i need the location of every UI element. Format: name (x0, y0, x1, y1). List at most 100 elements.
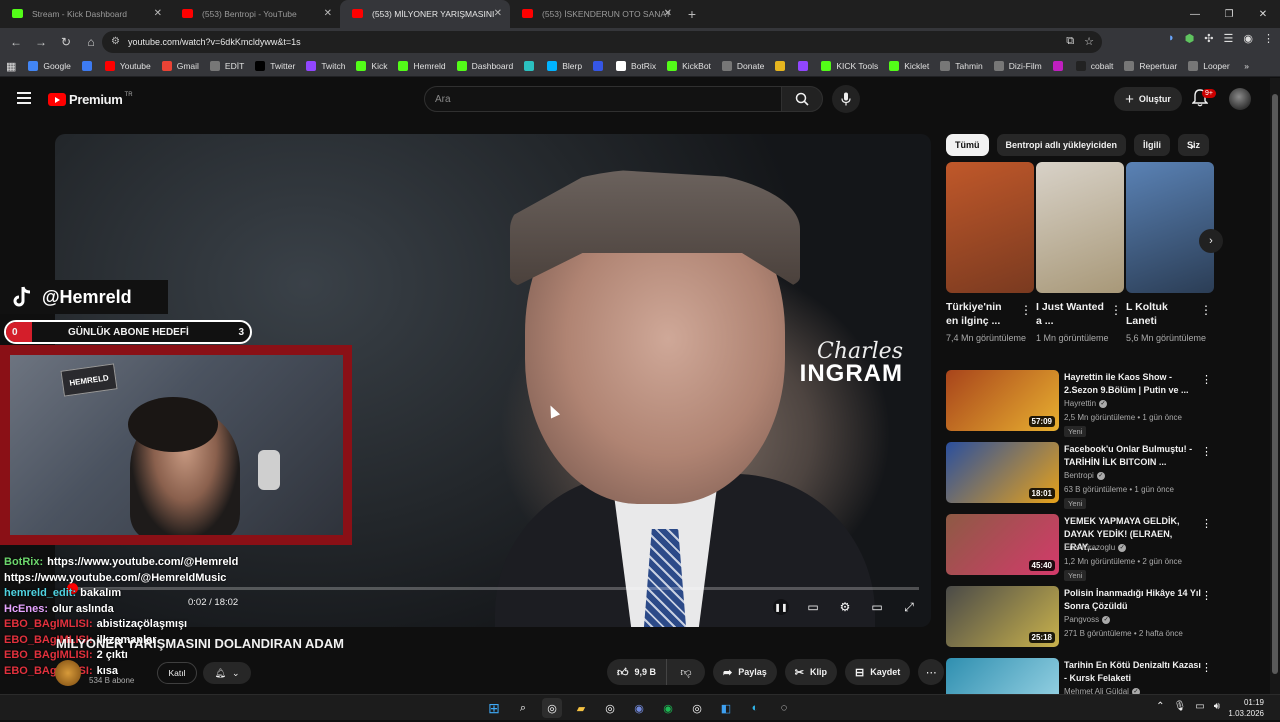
browser-tab[interactable]: (553) MİLYONER YARIŞMASINI ✕ (340, 0, 510, 28)
filter-chip[interactable]: Bentropi adlı yükleyiciden (996, 134, 1127, 156)
short-menu-kebab-icon[interactable]: ⋮ (1110, 303, 1122, 317)
forward-icon[interactable]: → (29, 30, 53, 54)
subtitles-icon[interactable]: ▭ (805, 600, 821, 614)
browser-tab[interactable]: Stream - Kick Dashboard ✕ (0, 0, 170, 28)
video-menu-kebab-icon[interactable]: ⋮ (1201, 373, 1212, 386)
reload-icon[interactable]: ↻ (54, 30, 78, 54)
chrome-profile-icon[interactable]: ◎ (600, 698, 620, 718)
close-window-icon[interactable]: ✕ (1246, 0, 1280, 28)
new-tab-plus-icon[interactable]: + (680, 0, 704, 28)
file-explorer-icon[interactable]: ▰ (571, 698, 591, 718)
recommended-video[interactable]: 18:01 Facebook'u Onlar Bulmuştu! - TARİHİ… (946, 442, 1216, 509)
subscribed-button[interactable]: 🔔︎ ⌄ (203, 662, 251, 684)
home-icon[interactable]: ⌂ (79, 30, 103, 54)
bookmark-item[interactable]: Tahmin (940, 61, 983, 71)
recommended-video[interactable]: 57:09 Hayrettin ile Kaos Show - 2.Sezon 9… (946, 370, 1216, 437)
maximize-icon[interactable]: ❐ (1212, 0, 1246, 28)
bookmark-item[interactable]: Kicklet (889, 61, 929, 71)
apps-grid-icon[interactable]: ▦ (6, 60, 16, 73)
autoplay-toggle-icon[interactable]: ❚❚ (773, 599, 789, 615)
share-button[interactable]: ➦ Paylaş (713, 659, 777, 685)
tab-close-icon[interactable]: ✕ (324, 8, 332, 19)
address-bar[interactable]: ⚙ youtube.com/watch?v=6dkKmcldyww&t=1s ⧉… (102, 31, 1102, 53)
minimize-icon[interactable]: — (1178, 0, 1212, 28)
bookmark-item[interactable]: Donate (721, 61, 764, 71)
short-thumbnail[interactable] (1036, 162, 1124, 293)
video-thumbnail[interactable]: 45:40 (946, 514, 1059, 575)
mic-tray-icon[interactable]: 🎙︎ (1174, 701, 1187, 712)
bookmark-item[interactable]: Hemreld (398, 61, 446, 71)
like-button[interactable]: 👍︎ 9,9 B (607, 659, 668, 685)
profile-icon[interactable]: ◉ (1243, 32, 1253, 45)
vscode-icon[interactable]: ◧ (716, 698, 736, 718)
clip-button[interactable]: ✂ Klip (784, 659, 837, 685)
discord-icon[interactable]: ◉ (629, 698, 649, 718)
hamburger-menu-icon[interactable] (17, 92, 31, 107)
save-button[interactable]: ⊟ Kaydet (844, 659, 911, 685)
voice-search-button[interactable] (832, 85, 860, 113)
fullscreen-icon[interactable]: ⤢ (901, 600, 917, 614)
recommended-video[interactable]: 25:18 Polisin İnanmadığı Hikâye 14 Yıl So… (946, 586, 1216, 650)
video-thumbnail[interactable]: 25:18 (946, 586, 1059, 647)
site-info-icon[interactable]: ⚙ (111, 36, 120, 47)
scrollbar-thumb[interactable] (1272, 94, 1278, 674)
edge-icon[interactable]: ◐ (745, 698, 765, 718)
tab-close-icon[interactable]: ✕ (494, 8, 502, 19)
bookmark-item[interactable]: Looper (1188, 61, 1230, 71)
video-menu-kebab-icon[interactable]: ⋮ (1201, 517, 1212, 530)
theater-mode-icon[interactable]: ▭ (869, 600, 885, 614)
back-icon[interactable]: ← (4, 30, 28, 54)
chips-next-chevron-icon[interactable]: › (1190, 139, 1194, 153)
create-button[interactable]: + Oluştur (1114, 87, 1182, 111)
extension-icon[interactable]: ◗ (1168, 32, 1175, 45)
search-icon[interactable]: ⌕ (513, 698, 533, 718)
channel-avatar[interactable] (55, 660, 81, 686)
bookmark-item[interactable]: Google (28, 61, 71, 71)
bookmark-item[interactable]: Twitter (255, 61, 295, 71)
search-button[interactable] (781, 86, 823, 112)
page-scrollbar[interactable] (1270, 78, 1280, 694)
bookmark-item[interactable] (1052, 61, 1068, 71)
browser-tab[interactable]: (553) İSKENDERUN OTO SANAYİ ✕ (510, 0, 680, 28)
video-menu-kebab-icon[interactable]: ⋮ (1201, 445, 1212, 458)
bookmark-item[interactable] (593, 61, 608, 71)
tray-expand-icon[interactable]: ⌃ (1156, 701, 1164, 712)
network-icon[interactable]: ▭ (1195, 701, 1204, 712)
short-thumbnail[interactable] (1126, 162, 1214, 293)
chrome-icon[interactable]: ◎ (542, 698, 562, 718)
recommended-video[interactable]: 45:40 YEMEK YAPMAYA GELDİK, DAYAK YEDİK! … (946, 514, 1216, 581)
extension-shield-icon[interactable]: ⬢ (1185, 32, 1195, 45)
obs-icon[interactable]: ◌ (774, 698, 794, 718)
bookmark-item[interactable]: Gmail (161, 61, 199, 71)
tab-close-icon[interactable]: ✕ (154, 8, 162, 19)
bookmark-item[interactable]: BotRix (616, 61, 656, 71)
more-bookmarks-chevron-icon[interactable]: » (1244, 61, 1249, 71)
taskbar-clock[interactable]: 01:19 1.03.2026 (1228, 697, 1264, 719)
account-avatar[interactable] (1229, 88, 1251, 110)
join-button[interactable]: Katıl (157, 662, 197, 684)
video-thumbnail[interactable]: 57:09 (946, 370, 1059, 431)
short-card[interactable]: Türkiye'nin en ilginç ... 7,4 Mn görüntül… (946, 162, 1034, 345)
bookmark-item[interactable] (524, 61, 539, 71)
spotify-icon[interactable]: ◉ (658, 698, 678, 718)
bookmark-item[interactable]: KickBot (667, 61, 711, 71)
settings-gear-icon[interactable]: ⚙ (837, 600, 853, 614)
tab-close-icon[interactable]: ✕ (664, 8, 672, 19)
puzzle-icon[interactable]: ✣ (1204, 32, 1213, 45)
bookmark-item[interactable] (81, 61, 97, 71)
bookmark-item[interactable]: Kick (356, 61, 387, 71)
filter-chip[interactable]: Tümü (946, 134, 989, 156)
filter-chip[interactable]: İlgili (1134, 134, 1171, 156)
bookmark-item[interactable]: Dizi-Film (993, 61, 1042, 71)
bookmark-item[interactable]: Youtube (104, 61, 151, 71)
search-input[interactable]: Ara (424, 86, 782, 112)
short-card[interactable]: L Koltuk Laneti 5,6 Mn görüntüleme ⋮ (1126, 162, 1214, 345)
windows-start-icon[interactable]: ⊞ (484, 698, 504, 718)
video-menu-kebab-icon[interactable]: ⋮ (1201, 661, 1212, 674)
bookmark-item[interactable]: Repertuar (1124, 61, 1177, 71)
short-menu-kebab-icon[interactable]: ⋮ (1200, 303, 1212, 317)
bookmark-item[interactable]: Blerp (547, 61, 582, 71)
bookmark-item[interactable]: EDİT (209, 61, 244, 71)
short-thumbnail[interactable] (946, 162, 1034, 293)
install-app-icon[interactable]: ⧉ (1066, 35, 1074, 48)
